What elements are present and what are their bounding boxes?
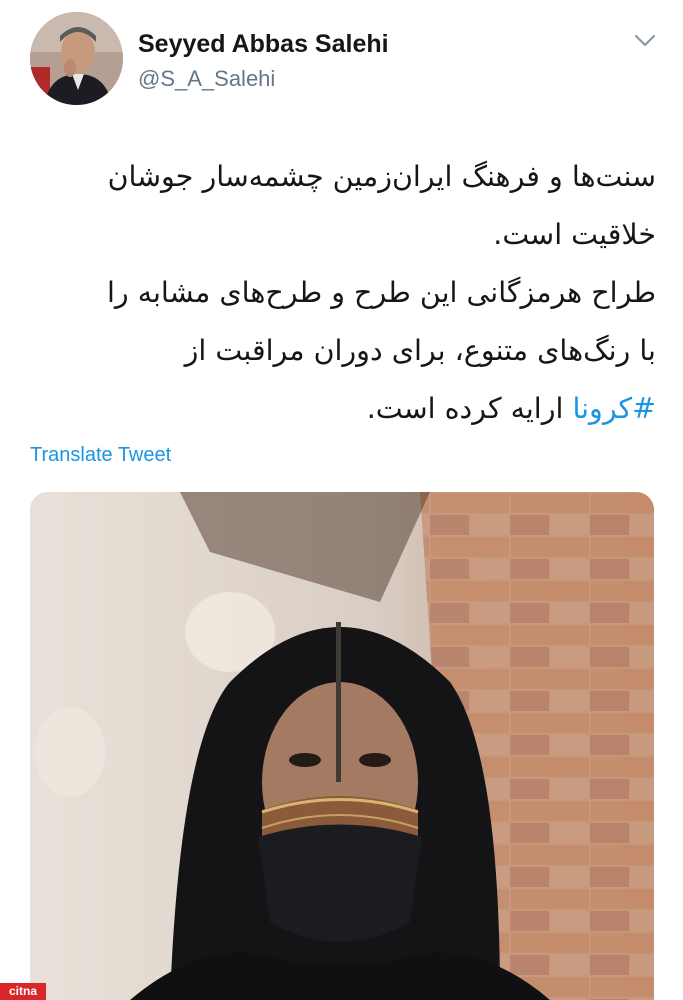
translate-tweet-link[interactable]: Translate Tweet	[30, 444, 171, 467]
tweet-media-image[interactable]	[30, 492, 654, 1000]
tweet-text-line: سنت‌ها و فرهنگ ایران‌زمین چشمه‌سار جوشان	[107, 160, 656, 193]
tweet-text: سنت‌ها و فرهنگ ایران‌زمین چشمه‌سار جوشان…	[30, 148, 656, 438]
tweet-text-fragment: ارایه کرده است.	[366, 392, 573, 425]
hashtag-link[interactable]: #کرونا	[572, 392, 656, 425]
author-handle[interactable]: @S_A_Salehi	[138, 66, 275, 92]
chevron-down-icon[interactable]	[632, 30, 658, 50]
tweet-header: Seyyed Abbas Salehi @S_A_Salehi	[30, 8, 660, 105]
tweet-text-line: #کرونا ارایه کرده است.	[30, 380, 656, 438]
author-name[interactable]: Seyyed Abbas Salehi	[138, 30, 389, 59]
avatar[interactable]	[30, 12, 123, 105]
tweet-text-line: با رنگ‌های متنوع، برای دوران مراقبت از	[184, 334, 656, 367]
tweet-text-line: خلاقیت است.	[493, 218, 656, 251]
citna-watermark-logo: citna	[0, 983, 46, 1000]
tweet-text-line: طراح هرمزگانی این طرح و طرح‌های مشابه را	[106, 276, 656, 309]
